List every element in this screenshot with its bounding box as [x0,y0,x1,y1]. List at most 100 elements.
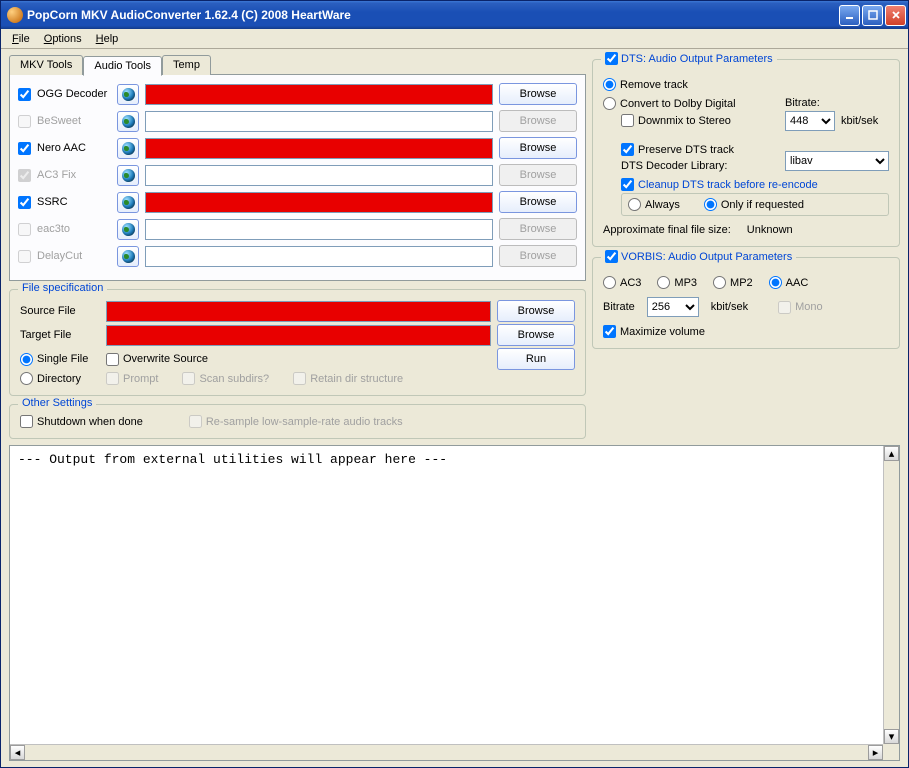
prompt-checkbox: Prompt [106,372,158,385]
single-file-radio[interactable]: Single File [20,353,100,366]
source-file-input[interactable] [106,301,491,322]
other-settings-group: Other Settings Shutdown when done Re-sam… [9,404,586,439]
menubar: File Options Help [1,29,908,49]
client-area: MKV Tools Audio Tools Temp OGG DecoderBr… [1,49,908,767]
dts-bitrate-label: Bitrate: [785,97,889,109]
tool-enable-checkbox[interactable] [18,196,31,209]
tool-path-input[interactable] [145,165,493,186]
tool-enable-checkbox [18,115,31,128]
shutdown-checkbox[interactable]: Shutdown when done [20,415,143,428]
vorbis-mp3-radio[interactable]: MP3 [657,276,697,289]
dts-size-value: Unknown [747,224,793,236]
dts-decoder-select[interactable]: libav [785,151,889,171]
target-browse-button[interactable]: Browse [497,324,575,346]
dts-decoder-label: DTS Decoder Library: [621,160,727,172]
dts-group: DTS: Audio Output Parameters Remove trac… [592,59,900,247]
vorbis-bitrate-select[interactable]: 256 [647,297,699,317]
scroll-down-icon[interactable]: ▾ [884,729,899,744]
dts-convert-radio[interactable]: Convert to Dolby Digital [603,97,777,110]
scan-subdirs-checkbox: Scan subdirs? [182,372,269,385]
scroll-left-icon[interactable]: ◂ [10,745,25,760]
tool-path-input[interactable] [145,138,493,159]
dts-legend[interactable]: DTS: Audio Output Parameters [601,52,777,65]
output-text: --- Output from external utilities will … [10,446,883,744]
tool-label: SSRC [37,196,111,208]
vertical-scrollbar[interactable]: ▴ ▾ [883,446,899,744]
tab-temp[interactable]: Temp [162,55,211,75]
overwrite-source-checkbox[interactable]: Overwrite Source [106,353,208,366]
dts-bitrate-select[interactable]: 448 [785,111,835,131]
dts-preserve-checkbox[interactable]: Preserve DTS track [621,143,777,156]
globe-icon[interactable] [117,111,139,132]
audio-tools-panel: OGG DecoderBrowse BeSweet Browse Nero AAC Br… [9,74,586,281]
tool-label: eac3to [37,223,111,235]
globe-icon[interactable] [117,138,139,159]
menu-options[interactable]: Options [37,31,89,47]
maximize-button[interactable] [862,5,883,26]
tool-row: AC3 FixBrowse [18,164,577,186]
resample-checkbox: Re-sample low-sample-rate audio tracks [189,415,403,428]
directory-radio[interactable]: Directory [20,372,100,385]
run-button[interactable]: Run [497,348,575,370]
tool-row: BeSweet Browse [18,110,577,132]
tool-row: Nero AAC Browse [18,137,577,159]
dts-downmix-checkbox[interactable]: Downmix to Stereo [621,114,777,127]
tool-enable-checkbox [18,169,31,182]
tab-mkv-tools[interactable]: MKV Tools [9,55,83,75]
tool-path-input[interactable] [145,246,493,267]
tool-browse-button[interactable]: Browse [499,191,577,213]
scroll-corner [883,744,899,760]
dts-remove-radio[interactable]: Remove track [603,78,889,91]
output-panel: --- Output from external utilities will … [9,445,900,761]
tool-row: DelayCutBrowse [18,245,577,267]
tool-enable-checkbox[interactable] [18,142,31,155]
menu-help[interactable]: Help [89,31,126,47]
source-browse-button[interactable]: Browse [497,300,575,322]
source-file-label: Source File [20,305,100,317]
vorbis-ac3-radio[interactable]: AC3 [603,276,641,289]
file-spec-group: File specification Source File Browse Ta… [9,289,586,396]
globe-icon[interactable] [117,192,139,213]
menu-file[interactable]: File [5,31,37,47]
tool-browse-button[interactable]: Browse [499,83,577,105]
globe-icon[interactable] [117,219,139,240]
tool-enable-checkbox[interactable] [18,88,31,101]
tab-strip: MKV Tools Audio Tools Temp [9,55,586,75]
globe-icon[interactable] [117,246,139,267]
retain-dir-checkbox: Retain dir structure [293,372,403,385]
scroll-up-icon[interactable]: ▴ [884,446,899,461]
titlebar[interactable]: PopCorn MKV AudioConverter 1.62.4 (C) 20… [1,1,908,29]
vorbis-aac-radio[interactable]: AAC [769,276,809,289]
tool-row: SSRC Browse [18,191,577,213]
dts-onlyreq-radio[interactable]: Only if requested [704,198,804,211]
tool-browse-button: Browse [499,218,577,240]
globe-icon[interactable] [117,165,139,186]
globe-icon[interactable] [117,84,139,105]
tool-row: OGG DecoderBrowse [18,83,577,105]
target-file-input[interactable] [106,325,491,346]
tool-path-input[interactable] [145,219,493,240]
other-settings-legend: Other Settings [18,397,96,409]
scroll-right-icon[interactable]: ▸ [868,745,883,760]
tool-browse-button: Browse [499,110,577,132]
tool-browse-button[interactable]: Browse [499,137,577,159]
tool-path-input[interactable] [145,111,493,132]
tool-label: Nero AAC [37,142,111,154]
minimize-button[interactable] [839,5,860,26]
vorbis-maxvol-checkbox[interactable]: Maximize volume [603,325,705,338]
tool-browse-button: Browse [499,245,577,267]
tool-path-input[interactable] [145,192,493,213]
dts-cleanup-checkbox[interactable]: Cleanup DTS track before re-encode [621,178,889,191]
vorbis-legend[interactable]: VORBIS: Audio Output Parameters [601,250,796,263]
tab-audio-tools[interactable]: Audio Tools [83,56,162,76]
tool-row: eac3to Browse [18,218,577,240]
tool-path-input[interactable] [145,84,493,105]
close-button[interactable] [885,5,906,26]
tool-label: BeSweet [37,115,111,127]
vorbis-group: VORBIS: Audio Output Parameters AC3 MP3 … [592,257,900,349]
dts-always-radio[interactable]: Always [628,198,680,211]
vorbis-mp2-radio[interactable]: MP2 [713,276,753,289]
tool-enable-checkbox [18,223,31,236]
tool-label: AC3 Fix [37,169,111,181]
horizontal-scrollbar[interactable]: ◂ ▸ [10,744,883,760]
